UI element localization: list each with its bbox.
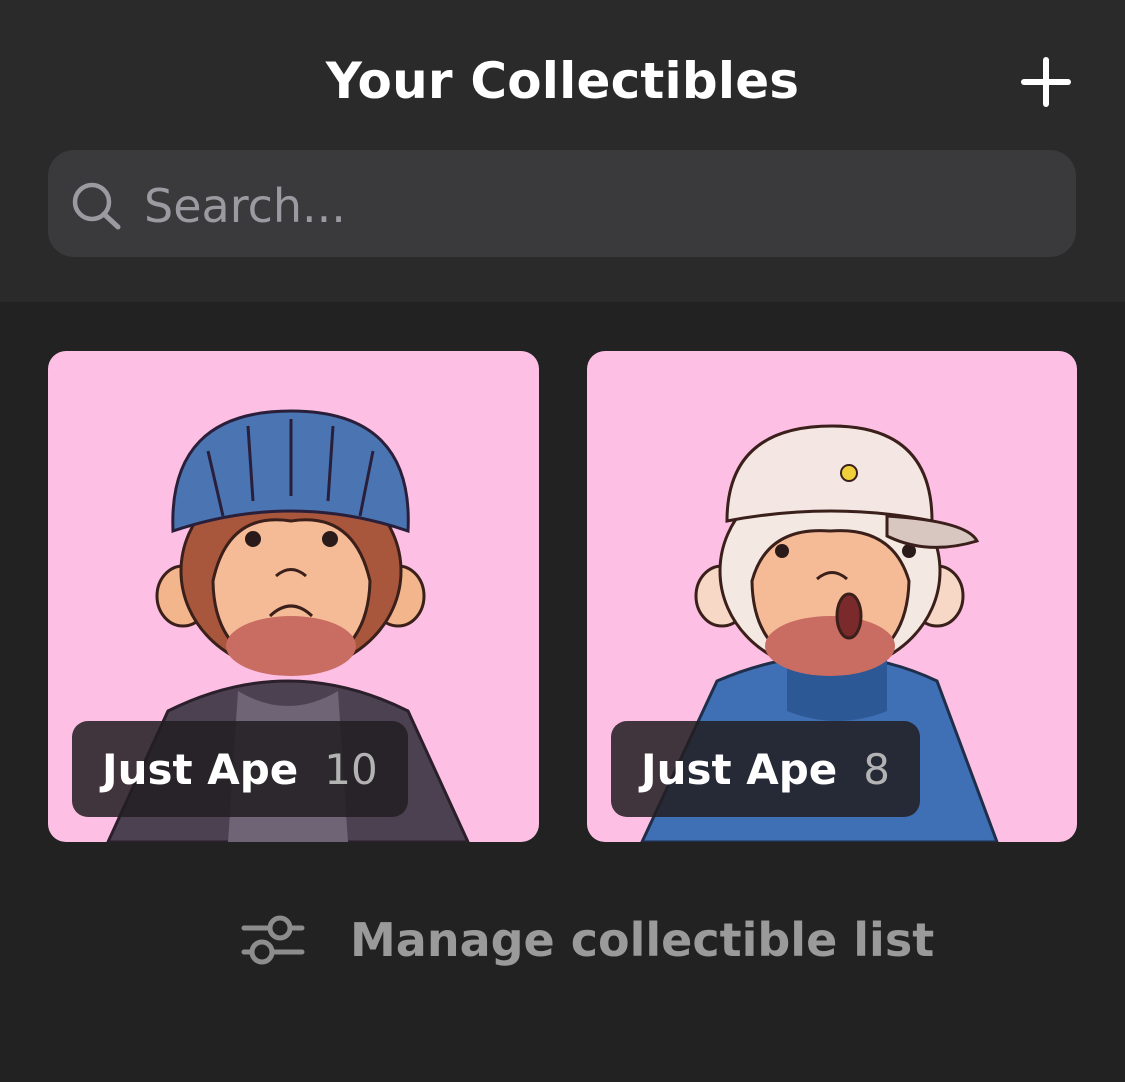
collectible-name: Just Ape <box>641 744 838 794</box>
page-title: Your Collectibles <box>325 52 800 110</box>
collectible-label: Just Ape 10 <box>72 721 408 817</box>
collectible-number: 8 <box>863 744 891 794</box>
add-collectible-button[interactable] <box>1018 54 1074 110</box>
collectible-number: 10 <box>324 744 378 794</box>
manage-collectible-list-button[interactable]: Manage collectible list <box>240 900 934 980</box>
search-input[interactable] <box>144 172 1044 240</box>
collectible-name: Just Ape <box>102 744 299 794</box>
collectible-card[interactable]: Just Ape 8 <box>587 351 1077 842</box>
search-icon <box>72 182 121 230</box>
plus-icon <box>1021 57 1071 107</box>
manage-collectible-list-label: Manage collectible list <box>350 913 935 967</box>
collectible-card[interactable]: Just Ape 10 <box>48 351 539 842</box>
collectible-label: Just Ape 8 <box>611 721 921 817</box>
sliders-icon <box>241 915 305 965</box>
